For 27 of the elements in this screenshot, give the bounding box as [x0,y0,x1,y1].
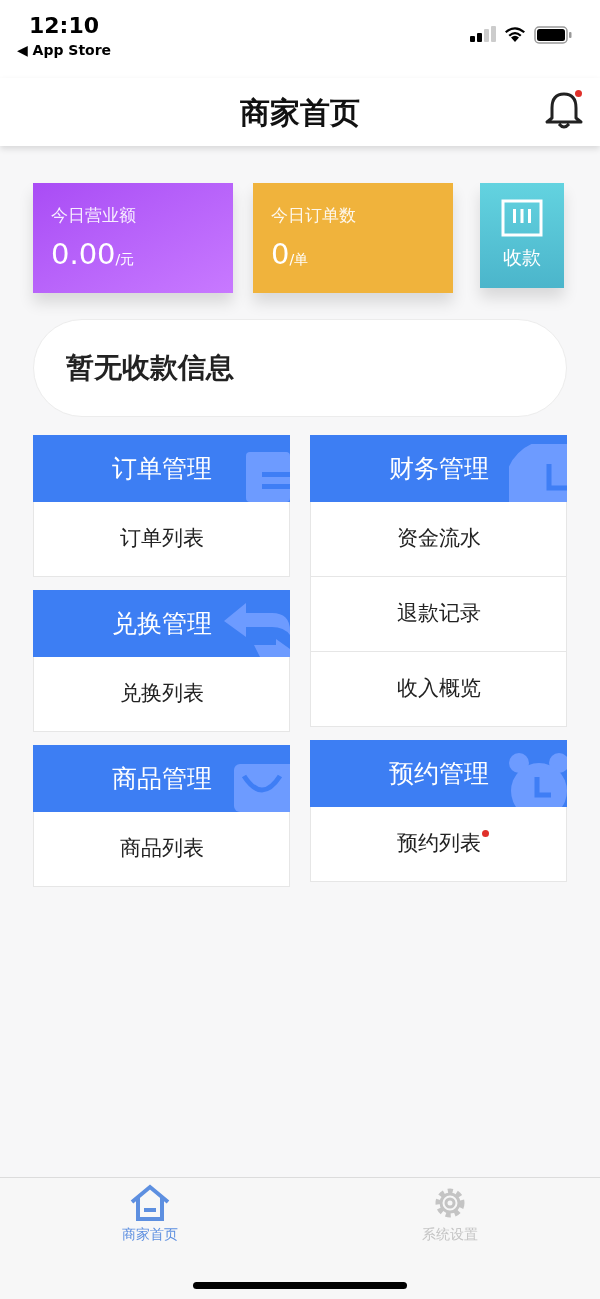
stat-label: 今日营业额 [51,204,137,227]
home-icon [129,1184,171,1222]
menu-item[interactable]: 商品列表 [33,812,290,887]
menu-item[interactable]: 资金流水 [310,502,567,577]
stat-value: 0.00 [51,235,116,273]
page-title: 商家首页 [240,93,360,132]
scanner-icon [501,199,543,238]
section-title: 预约管理 [388,757,489,790]
section-title: 订单管理 [111,452,212,485]
menu-item[interactable]: 收入概览 [310,652,567,727]
battery-icon [534,26,572,44]
stat-unit: /单 [289,250,309,269]
menu-item[interactable]: 预约列表 [310,807,567,882]
menu-item[interactable]: 兑换列表 [33,657,290,732]
stat-label: 今日订单数 [271,204,357,227]
notice-text: 暂无收款信息 [66,350,234,386]
menu-item[interactable]: 退款记录 [310,577,567,652]
section-title: 兑换管理 [111,607,212,640]
section-title: 商品管理 [111,762,212,795]
wifi-icon [504,26,526,42]
back-to-app-link[interactable]: ◀ App Store [16,39,112,61]
menu-item[interactable]: 订单列表 [33,502,290,577]
status-time: 12:10 [29,12,99,40]
stat-unit: /元 [115,250,135,269]
stat-value: 0 [271,235,290,273]
section-title: 财务管理 [388,452,489,485]
signal-icon [470,26,496,42]
